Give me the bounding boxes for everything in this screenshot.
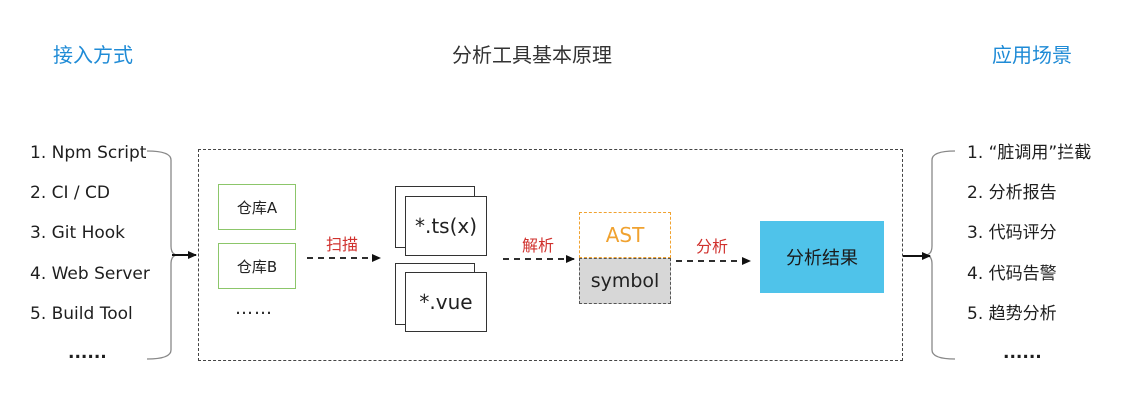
diagram-connectors — [146, 150, 956, 360]
